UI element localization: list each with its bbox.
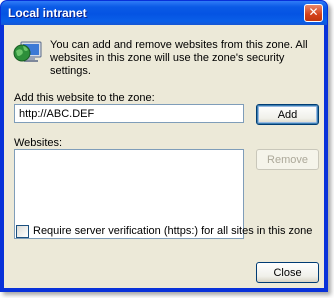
close-button[interactable]: Close bbox=[256, 262, 319, 283]
zone-description: You can add and remove websites from thi… bbox=[50, 39, 308, 77]
close-icon[interactable]: ✕ bbox=[304, 4, 323, 22]
server-verification-option[interactable]: Require server verification (https:) for… bbox=[16, 224, 312, 238]
website-url-input[interactable] bbox=[14, 104, 244, 123]
add-button[interactable]: Add bbox=[256, 104, 319, 125]
add-website-label: Add this website to the zone: bbox=[14, 92, 155, 104]
remove-button: Remove bbox=[256, 149, 319, 170]
websites-label: Websites: bbox=[14, 137, 63, 149]
title-bar[interactable]: Local intranet ✕ bbox=[1, 1, 327, 25]
server-verification-checkbox[interactable] bbox=[16, 224, 29, 238]
local-intranet-dialog: Local intranet ✕ You can add and remove … bbox=[0, 0, 328, 292]
intranet-globe-computer-icon bbox=[13, 41, 42, 62]
dialog-body: You can add and remove websites from thi… bbox=[4, 25, 324, 288]
window-title: Local intranet bbox=[8, 6, 87, 20]
add-website-label-text: Add this website to the zone: bbox=[14, 92, 155, 104]
server-verification-label[interactable]: Require server verification (https:) for… bbox=[33, 225, 312, 237]
